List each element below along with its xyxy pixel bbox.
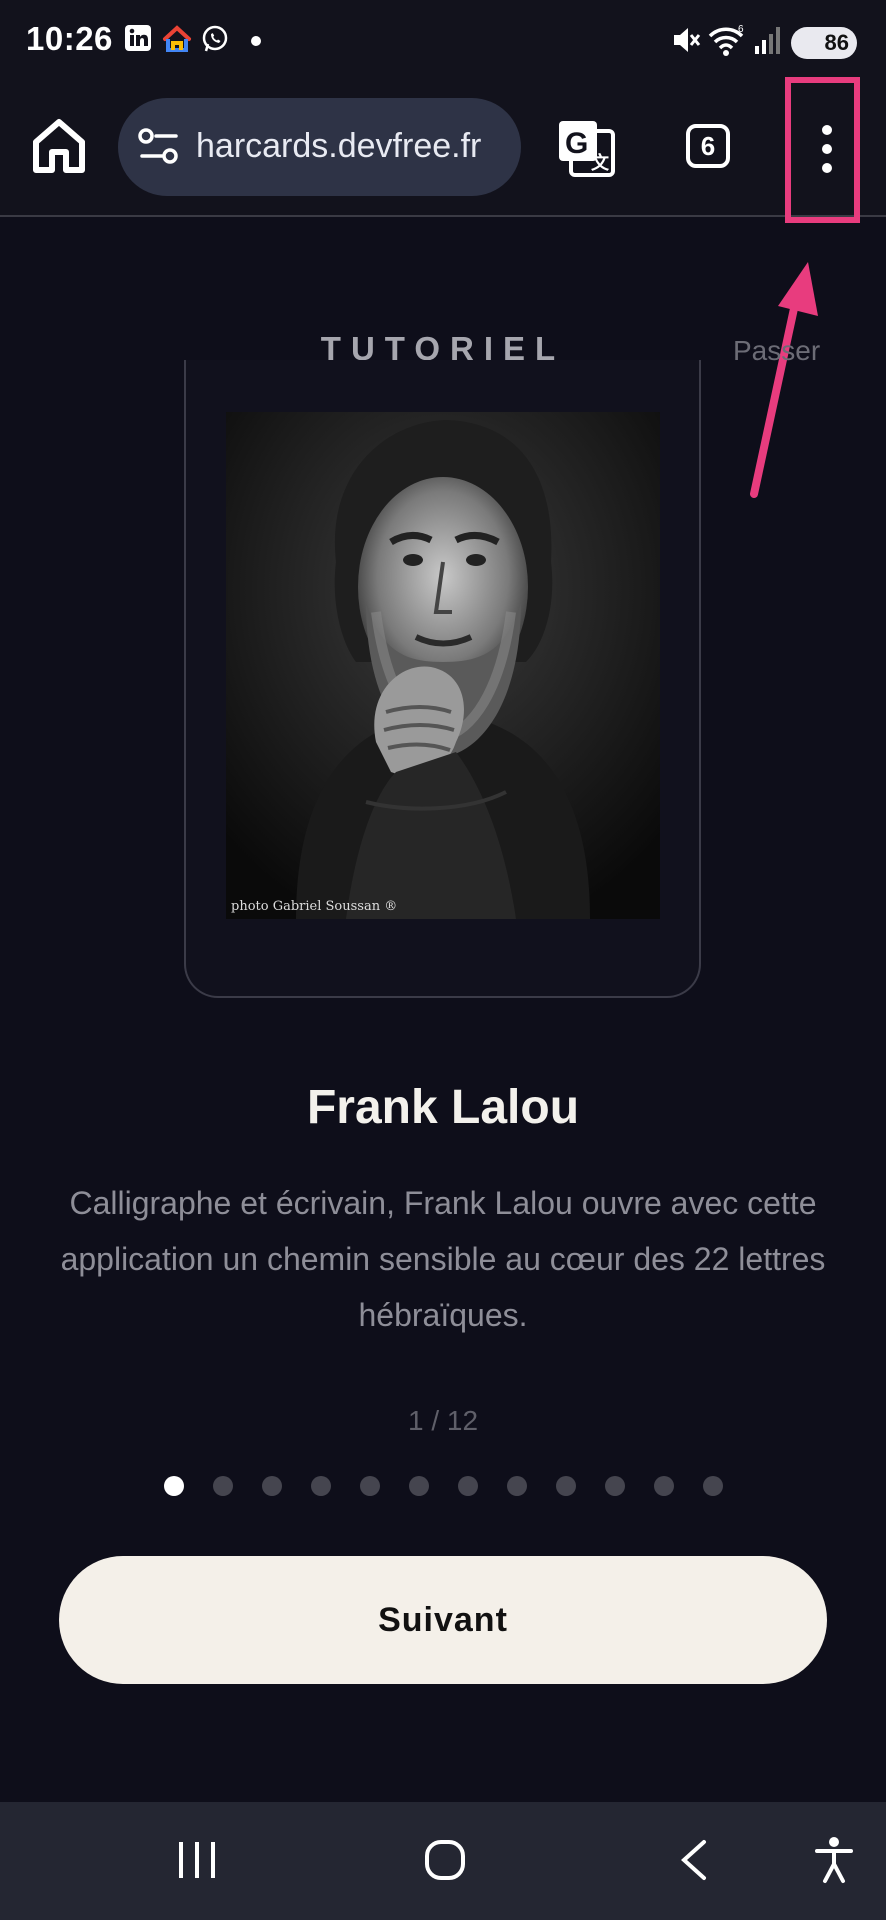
accessibility-icon[interactable] <box>814 1836 854 1884</box>
person-name: Frank Lalou <box>306 1081 580 1134</box>
url-bar[interactable]: harcards.devfree.fr <box>118 98 521 196</box>
pagination-dot[interactable] <box>604 1476 625 1496</box>
site-settings-icon[interactable] <box>138 128 180 164</box>
portrait-photo <box>226 412 660 919</box>
photo-credit: photo Gabriel Soussan ® <box>231 899 398 914</box>
pagination-dot[interactable] <box>359 1476 380 1496</box>
mute-icon <box>674 28 701 52</box>
svg-text:G: G <box>565 127 588 160</box>
signal-icon <box>755 27 780 54</box>
pagination-dot[interactable] <box>163 1476 184 1496</box>
pagination-dot[interactable] <box>310 1476 331 1496</box>
home-circle-icon[interactable] <box>423 1838 467 1882</box>
svg-text:文: 文 <box>591 152 610 173</box>
skip-button[interactable]: Passer <box>733 335 820 367</box>
pagination-dot[interactable] <box>702 1476 723 1496</box>
google-home-icon <box>163 25 191 52</box>
back-icon[interactable] <box>676 1838 712 1882</box>
linkedin-icon <box>125 25 151 51</box>
pagination-dot[interactable] <box>261 1476 282 1496</box>
wifi-icon: 6 <box>708 24 744 56</box>
next-button[interactable]: Suivant <box>59 1556 827 1684</box>
annotation-highlight-box <box>785 77 860 223</box>
pagination-dot[interactable] <box>555 1476 576 1496</box>
home-icon[interactable] <box>30 114 88 178</box>
pager-label: 1 / 12 <box>407 1405 479 1436</box>
recent-apps-icon[interactable] <box>176 1840 218 1880</box>
whatsapp-icon <box>202 25 228 52</box>
translate-icon[interactable]: G 文 <box>555 117 617 179</box>
tab-count: 6 <box>700 130 716 161</box>
annotation-arrow <box>750 262 818 498</box>
svg-text:6: 6 <box>738 24 744 35</box>
pagination-dot[interactable] <box>408 1476 429 1496</box>
battery-level: 86 <box>824 30 849 55</box>
tabs-icon[interactable]: 6 <box>686 124 730 168</box>
battery-icon: 86 <box>791 27 857 59</box>
next-button-label: Suivant <box>378 1600 508 1639</box>
pagination-dots <box>0 1476 886 1500</box>
url-text[interactable]: harcards.devfree.fr <box>196 127 481 166</box>
status-time: 10:26 <box>26 20 113 57</box>
pagination-dot[interactable] <box>212 1476 233 1496</box>
description-text: Calligraphe et écrivain, Frank Lalou ouv… <box>60 1185 826 1333</box>
pagination-dot[interactable] <box>506 1476 527 1496</box>
dot-icon <box>251 36 261 46</box>
pagination-dot[interactable] <box>457 1476 478 1496</box>
pagination-dot[interactable] <box>653 1476 674 1496</box>
